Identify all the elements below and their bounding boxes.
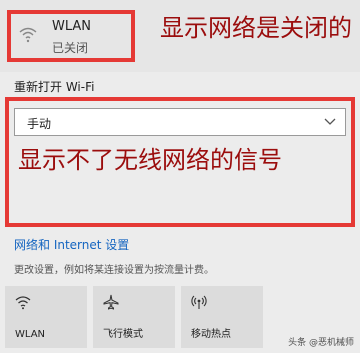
annotation-network-off: 显示网络是关闭的 xyxy=(160,14,352,42)
tile-label-airplane: 飞行模式 xyxy=(103,329,143,340)
tile-label-hotspot: 移动热点 xyxy=(191,329,231,340)
watermark: 头条 @恶机械师 xyxy=(288,338,354,348)
settings-description: 更改设置，例如将某连接设置为按流量计费。 xyxy=(14,265,214,276)
hotspot-icon xyxy=(191,295,207,309)
wifi-icon xyxy=(15,296,31,310)
quick-action-airplane-mode[interactable]: 飞行模式 xyxy=(93,286,175,348)
tile-label-wlan: WLAN xyxy=(15,329,46,340)
annotation-box-top xyxy=(7,10,135,62)
airplane-icon xyxy=(103,294,119,310)
annotation-no-signal: 显示不了无线网络的信号 xyxy=(18,146,282,174)
quick-action-mobile-hotspot[interactable]: 移动热点 xyxy=(181,286,263,348)
reconnect-label: 重新打开 Wi-Fi xyxy=(14,80,95,94)
network-settings-link[interactable]: 网络和 Internet 设置 xyxy=(14,236,129,253)
quick-action-wlan[interactable]: WLAN xyxy=(5,286,87,348)
